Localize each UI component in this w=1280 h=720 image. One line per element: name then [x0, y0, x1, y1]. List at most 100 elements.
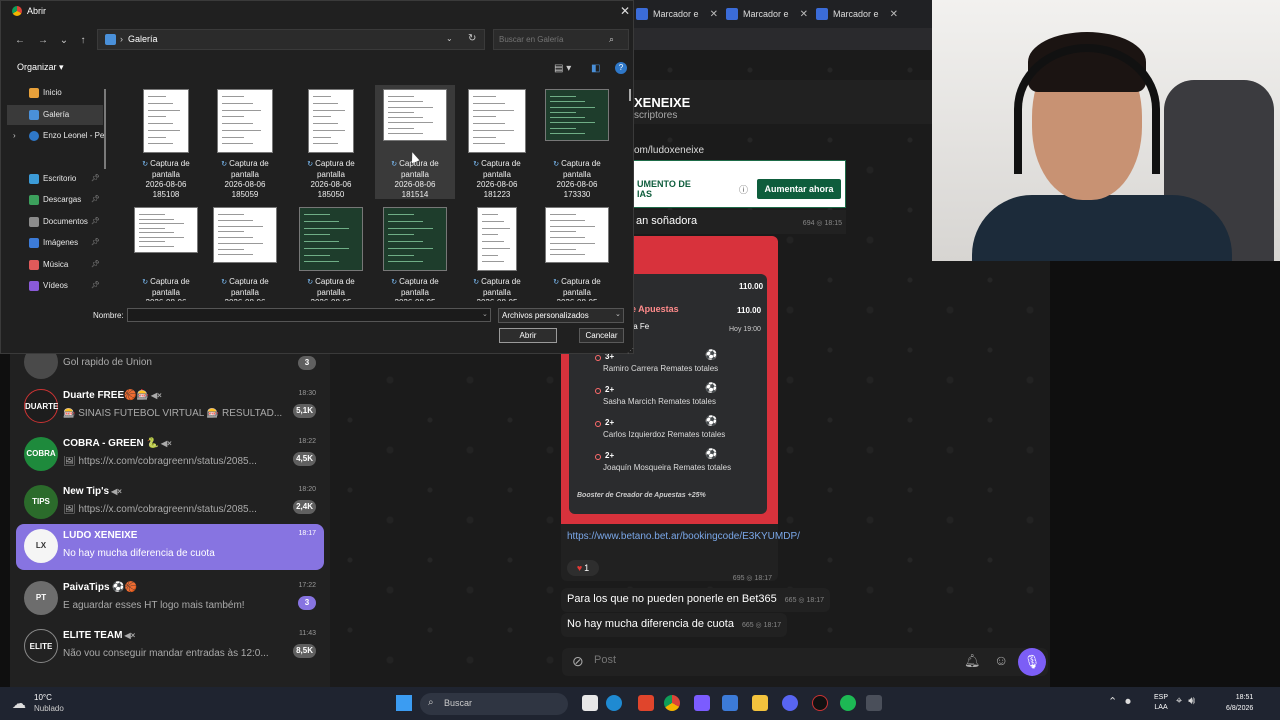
nav-item-desktop[interactable]: Escritorio 📌︎: [7, 169, 103, 189]
browser-tab[interactable]: Marcador e ✕: [722, 0, 812, 28]
boost-button[interactable]: Aumentar ahora: [757, 179, 841, 199]
resize-grip-icon[interactable]: ⋰: [627, 347, 634, 355]
organize-button[interactable]: Organizar ▾: [17, 62, 64, 73]
message-bubble[interactable]: an soñadora 694 ◎ 18:15: [632, 210, 846, 234]
file-item[interactable]: ↻ Captura de pantalla2026-08-05: [375, 203, 455, 301]
message-meta: 665 ◎ 18:17: [741, 622, 782, 629]
avatar: TIPS: [24, 485, 58, 519]
up-button[interactable]: ↑: [76, 33, 90, 47]
open-button[interactable]: Abrir: [499, 328, 557, 343]
sync-icon: ↻: [473, 279, 482, 286]
close-button[interactable]: ✕: [617, 3, 633, 19]
preview-pane-icon[interactable]: ◧: [591, 63, 600, 74]
help-icon[interactable]: ?: [615, 62, 627, 74]
attach-icon[interactable]: ⊘: [572, 653, 584, 670]
nav-item-pictures[interactable]: Imágenes 📌︎: [7, 233, 103, 253]
nav-item-home[interactable]: Inicio: [7, 83, 103, 103]
nav-item-downloads[interactable]: Descargas 📌︎: [7, 190, 103, 210]
task-view-icon[interactable]: [582, 695, 598, 711]
file-item[interactable]: ↻ Captura de pantalla2026-08-05: [537, 203, 617, 301]
message-bubble[interactable]: No hay mucha diferencia de cuota 665 ◎ 18…: [561, 613, 788, 637]
browser-tab[interactable]: Marcador e ✕: [812, 0, 902, 28]
discord-icon[interactable]: [782, 695, 798, 711]
nav-item-gallery[interactable]: Galería: [7, 105, 103, 125]
file-item[interactable]: ↻ Captura de pantalla2026-08-06: [126, 203, 206, 301]
chevron-down-icon[interactable]: ⌄: [446, 34, 453, 43]
search-icon[interactable]: ⌕: [609, 34, 614, 45]
tray-overflow-icon[interactable]: ⌃⏺: [1108, 695, 1139, 709]
bell-icon[interactable]: 🔔︎: [964, 653, 981, 669]
chevron-down-icon[interactable]: ⌄: [615, 310, 621, 318]
folder-icon[interactable]: [752, 695, 768, 711]
file-item[interactable]: ↻ Captura de pantalla 2026-08-06 181514: [375, 85, 455, 199]
file-item[interactable]: ↻ Captura de pantalla 2026-08-06 173330: [537, 85, 617, 199]
cloud-icon[interactable]: ☁: [12, 695, 26, 712]
info-icon[interactable]: ⓘ: [739, 183, 748, 196]
message-input[interactable]: [594, 654, 914, 666]
recent-locations-button[interactable]: ⌄: [57, 33, 71, 47]
file-type-select[interactable]: Archivos personalizados: [498, 308, 624, 323]
nav-item-videos[interactable]: Vídeos 📌︎: [7, 276, 103, 296]
forward-button[interactable]: →: [36, 33, 50, 47]
chevron-down-icon[interactable]: ⌄: [482, 310, 488, 318]
file-item[interactable]: ↻ Captura de pantalla2026-08-05: [457, 203, 537, 301]
chevron-right-icon[interactable]: ›: [13, 131, 16, 140]
channel-subscribers: scriptores: [634, 110, 678, 121]
weather-temp[interactable]: 10°C: [34, 693, 52, 702]
file-item[interactable]: ↻ Captura de pantalla2026-08-05: [291, 203, 371, 301]
app-icon[interactable]: [812, 695, 828, 711]
close-tab-icon[interactable]: ✕: [710, 9, 718, 20]
network-sound-icons[interactable]: ⌖🔊︎: [1176, 695, 1201, 708]
address-bar[interactable]: › Galería ⌄ ↻: [97, 29, 485, 50]
taskbar-search[interactable]: ⌕ Buscar: [420, 693, 568, 715]
close-tab-icon[interactable]: ✕: [800, 9, 808, 20]
clock[interactable]: 18:51 6/8/2026: [1226, 692, 1253, 714]
booking-link[interactable]: https://www.betano.bet.ar/bookingcode/E3…: [567, 530, 800, 544]
browser-tab[interactable]: Marcador e ✕: [632, 0, 722, 28]
language-indicator[interactable]: ESP LAA: [1154, 693, 1168, 713]
refresh-icon[interactable]: ↻: [468, 33, 476, 44]
chat-list-item[interactable]: TIPS New Tip's ◀× 18:20 🖼 https://x.com/c…: [16, 480, 324, 526]
file-item[interactable]: ↻ Captura de pantalla2026-08-06: [205, 203, 285, 301]
file-item[interactable]: ↻ Captura de pantalla 2026-08-06 185108: [126, 85, 206, 199]
nav-item-music[interactable]: Música 📌︎: [7, 255, 103, 275]
spotify-icon[interactable]: [840, 695, 856, 711]
file-item[interactable]: ↻ Captura de pantalla 2026-08-06 185059: [205, 85, 285, 199]
breadcrumb[interactable]: Galería: [128, 34, 158, 44]
message-composer: ⊘ 🔔︎ ☺ 🎙︎: [562, 648, 1048, 676]
store-icon[interactable]: [722, 695, 738, 711]
file-item[interactable]: ↻ Captura de pantalla 2026-08-06 181223: [457, 85, 537, 199]
unread-badge: 4,5K: [293, 452, 316, 466]
nav-item-documents[interactable]: Documentos 📌︎: [7, 212, 103, 232]
file-item[interactable]: ↻ Captura de pantalla 2026-08-06 185050: [291, 85, 371, 199]
view-options-icon[interactable]: ▤ ▾: [554, 63, 571, 74]
sync-icon: ↻: [391, 279, 400, 286]
app-icon[interactable]: [866, 695, 882, 711]
app-icon[interactable]: [694, 695, 710, 711]
chrome-icon[interactable]: [664, 695, 680, 711]
chat-list-item[interactable]: ELITE ELITE TEAM ◀× 11:43 Não vou consegu…: [16, 624, 324, 670]
channel-link[interactable]: om/ludoxeneixe: [634, 145, 704, 156]
message-bubble[interactable]: Para los que no pueden ponerle en Bet365…: [561, 588, 830, 612]
nav-item-onedrive[interactable]: › Enzo Leonel - Pe: [7, 126, 104, 146]
edge-icon[interactable]: [606, 695, 622, 711]
files-scrollbar[interactable]: [629, 89, 631, 101]
chat-list-item[interactable]: DUARTE Duarte FREE🏀🎰 ◀× 18:30 🎰 SINAIS FU…: [16, 384, 324, 430]
emoji-icon[interactable]: ☺: [994, 652, 1008, 668]
file-name-line: 173330: [563, 190, 591, 199]
weather-desc[interactable]: Nublado: [34, 704, 64, 713]
back-button[interactable]: ←: [13, 33, 27, 47]
microphone-button[interactable]: 🎙︎: [1018, 648, 1046, 676]
windows-start-button[interactable]: [396, 695, 412, 711]
chat-list-item[interactable]: PT PaivaTips ⚽🏀 17:22 E aguardar esses H…: [16, 576, 324, 622]
close-tab-icon[interactable]: ✕: [890, 9, 898, 20]
cancel-button[interactable]: Cancelar: [579, 328, 624, 343]
nav-scrollbar[interactable]: [104, 89, 106, 169]
brave-icon[interactable]: [638, 695, 654, 711]
thumbnail-line: [313, 129, 346, 131]
filename-input[interactable]: [127, 308, 491, 322]
thumbnail-line: [550, 101, 586, 103]
chat-list-item-selected[interactable]: LX LUDO XENEIXE 18:17 No hay mucha difer…: [16, 524, 324, 570]
chat-list-item[interactable]: COBRA COBRA - GREEN 🐍 ◀× 18:22 🖼 https://…: [16, 432, 324, 478]
reaction-chip[interactable]: ♥ 1: [567, 560, 599, 576]
